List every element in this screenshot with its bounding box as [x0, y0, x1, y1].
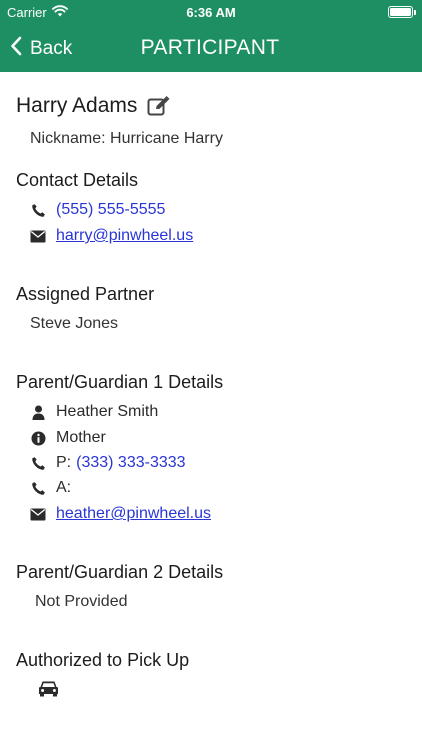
participant-header: Harry Adams: [16, 94, 171, 118]
guardian1-phone-row: P: (333) 333-3333: [30, 454, 186, 472]
guardian2-value: Not Provided: [35, 593, 128, 610]
guardian1-heading: Parent/Guardian 1 Details: [16, 372, 224, 392]
participant-nickname: Nickname: Hurricane Harry: [30, 130, 223, 147]
user-icon: [30, 404, 46, 420]
battery-icon: [388, 6, 416, 18]
clock: 6:36 AM: [186, 5, 236, 20]
phone-icon: [30, 455, 46, 471]
guardian2-heading: Parent/Guardian 2 Details: [16, 562, 224, 582]
phone-icon: [30, 480, 46, 496]
guardian1-phone-prefix: P:: [56, 454, 72, 471]
guardian1-phone-link[interactable]: (333) 333-3333: [76, 454, 185, 472]
contact-email-row: harry@pinwheel.us: [30, 227, 193, 245]
guardian1-name-row: Heather Smith: [30, 403, 158, 421]
page-title: PARTICIPANT: [140, 36, 280, 59]
status-bar: Carrier 6:36 AM: [0, 0, 422, 24]
guardian1-email-row: heather@pinwheel.us: [30, 505, 211, 523]
guardian1-relation: Mother: [56, 429, 106, 446]
car-icon: [38, 680, 59, 702]
contact-phone-row: (555) 555-5555: [30, 201, 165, 219]
guardian1-email-link[interactable]: heather@pinwheel.us: [56, 505, 211, 523]
guardian1-relation-row: Mother: [30, 429, 106, 447]
info-icon: [30, 430, 46, 446]
contact-phone-link[interactable]: (555) 555-5555: [56, 201, 165, 219]
navigation-header: Carrier 6:36 AM Back PARTICIPANT: [0, 0, 422, 72]
participant-name: Harry Adams: [16, 94, 138, 117]
phone-icon: [30, 202, 46, 218]
guardian1-name: Heather Smith: [56, 403, 159, 420]
contact-email-link[interactable]: harry@pinwheel.us: [56, 227, 193, 245]
edit-icon[interactable]: [147, 95, 171, 117]
guardian1-alt-prefix: A:: [56, 479, 72, 496]
envelope-icon: [30, 506, 46, 522]
guardian1-alt-phone-row: A:: [30, 479, 71, 497]
envelope-icon: [30, 228, 46, 244]
contact-details-heading: Contact Details: [16, 170, 139, 190]
assigned-partner-heading: Assigned Partner: [16, 284, 155, 304]
authorized-pickup-heading: Authorized to Pick Up: [16, 650, 190, 670]
assigned-partner-name: Steve Jones: [30, 315, 119, 332]
